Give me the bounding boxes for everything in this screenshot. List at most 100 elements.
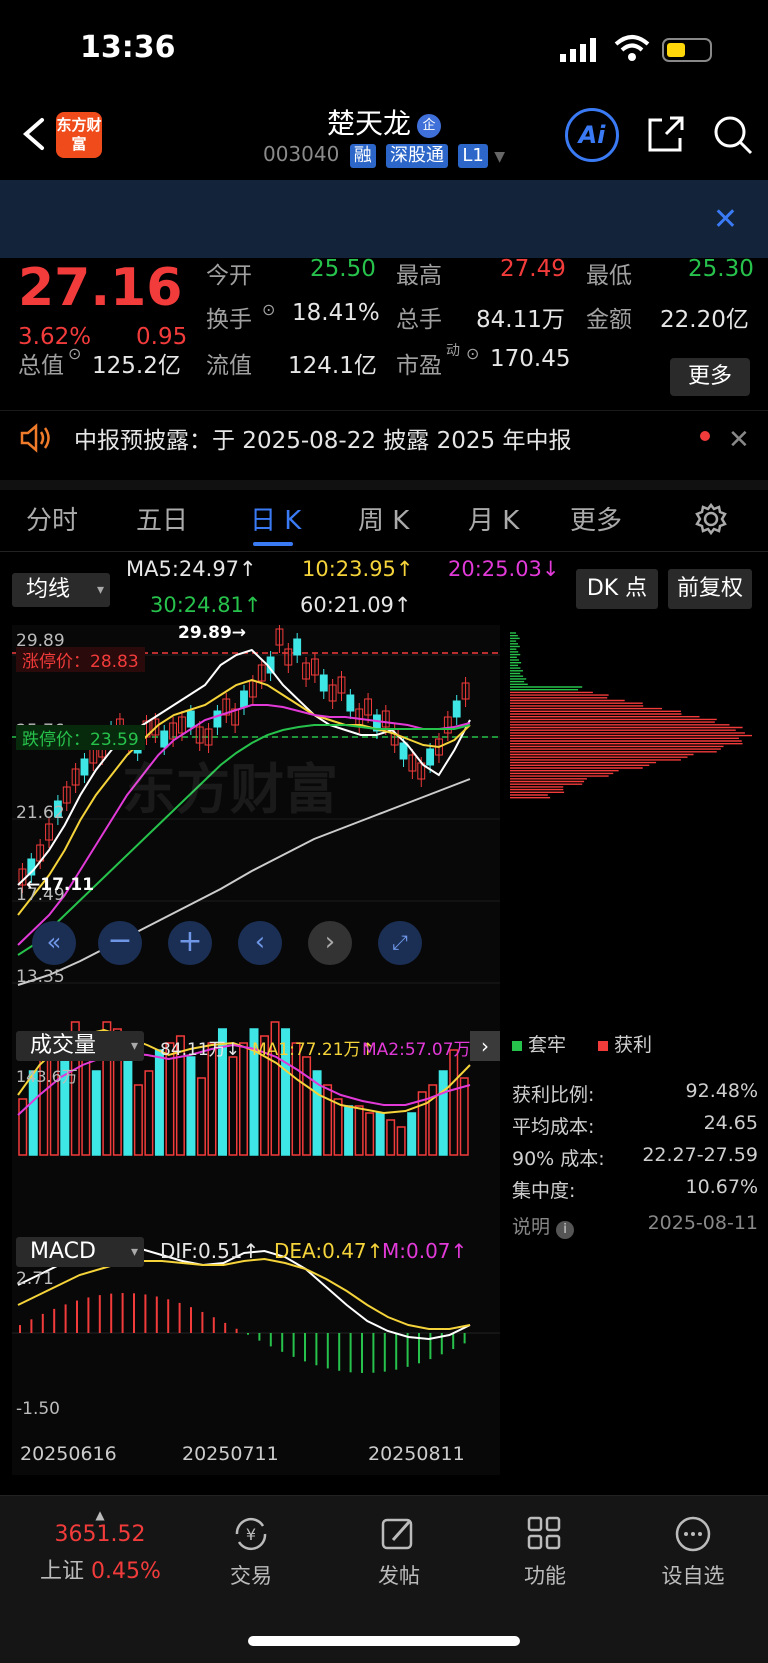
turnover-value: 18.41%	[292, 300, 380, 326]
indicator-selector[interactable]: 均线	[12, 573, 110, 607]
candle-body	[346, 694, 355, 712]
more-button[interactable]: 更多	[670, 358, 750, 396]
index-name: 上证	[40, 1559, 85, 1584]
float-value: 124.1亿	[288, 353, 377, 379]
edit-icon	[381, 1518, 413, 1550]
limit-up-label: 涨停价：28.83	[16, 647, 145, 672]
volume-label: 总手	[396, 307, 442, 333]
ma5-value: MA5:24.97↑	[126, 557, 257, 581]
gear-icon[interactable]	[694, 502, 728, 536]
ma30-value: 30:24.81↑	[150, 593, 262, 617]
ai-button[interactable]: Ai	[565, 108, 619, 162]
stat-note[interactable]: 说明 i 2025-08-11	[512, 1212, 758, 1239]
share-icon[interactable]	[646, 114, 686, 154]
tab-five-day[interactable]: 五日	[136, 500, 188, 537]
info-icon[interactable]: ⊙	[466, 344, 479, 363]
volume-bar	[228, 1056, 238, 1156]
index-value: 3651.52	[54, 1522, 146, 1547]
legend-trapped: 套牢	[512, 1030, 566, 1057]
low-marker: ←17.11	[26, 875, 95, 895]
adjust-button[interactable]: 前复权	[668, 569, 752, 609]
signal-icon	[560, 38, 596, 62]
high-value: 27.49	[500, 256, 566, 282]
low-label: 最低	[586, 263, 632, 289]
tab-daily-k[interactable]: 日 K	[250, 500, 301, 537]
nav-functions[interactable]: 功能	[490, 1514, 600, 1590]
announcement-bar[interactable]: 中报预披露：于 2025-08-22 披露 2025 年中报 ✕	[0, 410, 768, 480]
date-label: 20250616	[20, 1443, 117, 1465]
legend-profit: 获利	[598, 1030, 652, 1057]
search-icon[interactable]	[712, 114, 754, 156]
macd-selector[interactable]: MACD	[16, 1237, 144, 1267]
tab-intraday[interactable]: 分时	[26, 500, 78, 537]
scroll-left-button[interactable]: ‹	[238, 921, 282, 965]
announcement-text: 中报预披露：于 2025-08-22 披露 2025 年中报	[74, 428, 572, 454]
unread-dot	[700, 431, 710, 441]
candle-body	[240, 690, 248, 708]
status-time: 13:36	[80, 30, 176, 65]
rewind-button[interactable]: «	[32, 921, 76, 965]
volume-value: 84.11万	[476, 307, 565, 333]
tag-level: L1	[458, 144, 488, 168]
tab-weekly-k[interactable]: 周 K	[358, 500, 409, 537]
close-icon[interactable]: ✕	[728, 425, 750, 455]
quote-panel: 27.16 3.62% 0.95 今开 25.50 最高 27.49 最低 25…	[0, 256, 768, 410]
status-bar: 13:36	[0, 0, 768, 100]
nav-watchlist[interactable]: 设自选	[638, 1514, 748, 1590]
chevron-down-icon[interactable]: ▼	[494, 149, 505, 165]
mktcap-label: 总值	[18, 353, 64, 379]
tab-more[interactable]: 更多	[570, 500, 622, 537]
stat-concentration: 集中度: 10.67%	[512, 1176, 758, 1202]
candle-body	[426, 748, 435, 766]
chevron-right-icon[interactable]: ›	[470, 1031, 500, 1061]
high-marker: 29.89→	[178, 623, 247, 643]
info-icon[interactable]: ⊙	[68, 344, 81, 363]
fullscreen-button[interactable]: ⤢	[378, 921, 422, 965]
close-icon[interactable]: ✕	[713, 202, 738, 237]
volume-selector[interactable]: 成交量	[16, 1031, 144, 1061]
caret-up-icon: ▲	[95, 1508, 105, 1522]
grid-icon	[527, 1516, 561, 1550]
tag-connect: 深股通	[386, 144, 449, 168]
stock-name-text: 楚天龙	[326, 107, 411, 140]
more-dots-icon	[675, 1516, 711, 1552]
tab-monthly-k[interactable]: 月 K	[468, 500, 519, 537]
kline-chart[interactable]: 29.89 25.76 21.62 17.49 13.35 涨停价：28.83 …	[12, 623, 500, 1475]
tag-margin: 融	[349, 144, 376, 168]
volume-bar	[344, 1105, 354, 1156]
amount-label: 金额	[586, 307, 632, 333]
candle-body	[399, 742, 408, 760]
stat-profit-ratio: 获利比例: 92.48%	[512, 1080, 758, 1106]
pe-sup: 动	[446, 343, 460, 359]
enterprise-badge: 企	[417, 114, 441, 138]
info-icon[interactable]: ⊙	[262, 300, 275, 319]
volume-bar	[144, 1070, 154, 1156]
candle-body	[293, 638, 302, 656]
divider	[0, 480, 768, 490]
volume-bar	[186, 1056, 196, 1156]
nav-trade[interactable]: ¥ 交易	[196, 1514, 306, 1590]
info-icon: i	[556, 1221, 575, 1239]
candle-body	[452, 700, 461, 718]
volume-bar	[459, 1077, 469, 1156]
index-widget[interactable]: ▲ 3651.52 上证 0.45%	[40, 1508, 161, 1585]
zoom-in-button[interactable]: +	[168, 921, 212, 965]
scroll-right-button[interactable]: ›	[308, 921, 352, 965]
date-label: 20250811	[368, 1443, 465, 1465]
turnover-label: 换手	[206, 307, 252, 333]
candle-body	[213, 710, 222, 728]
yen-cycle-icon: ¥	[235, 1517, 267, 1551]
volume-bar	[438, 1070, 448, 1156]
zoom-out-button[interactable]: −	[98, 921, 142, 965]
nav-post[interactable]: 发帖	[344, 1514, 454, 1590]
volume-bar	[238, 1042, 249, 1156]
volume-bar	[365, 1112, 375, 1156]
last-price: 27.16	[18, 258, 183, 318]
open-value: 25.50	[310, 256, 376, 282]
chip-stats: 套牢 获利 获利比例: 92.48% 平均成本: 24.65 90% 成本: 22.2…	[502, 1030, 758, 1239]
volume-bar	[354, 1105, 364, 1156]
dk-point-button[interactable]: DK 点	[576, 569, 658, 609]
home-indicator	[248, 1636, 520, 1646]
volume-bar	[407, 1112, 417, 1156]
stock-code: 003040	[262, 142, 340, 166]
